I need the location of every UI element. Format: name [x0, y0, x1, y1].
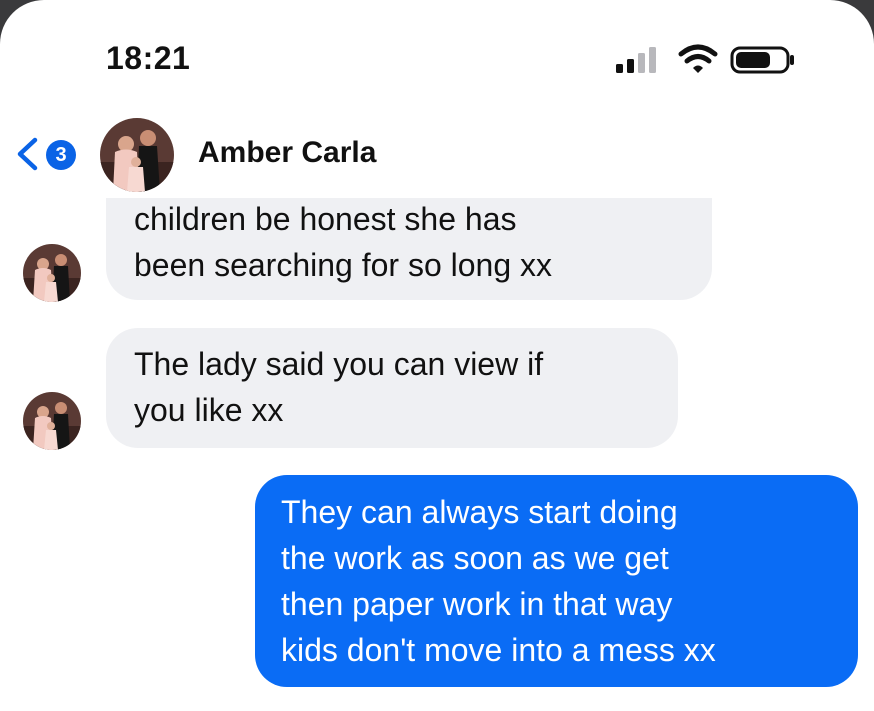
status-bar: 18:21 [0, 0, 874, 110]
contact-name[interactable]: Amber Carla [198, 136, 376, 170]
message-text-line: children be honest she has [134, 201, 517, 237]
unread-count-badge[interactable]: 3 [46, 140, 76, 170]
battery-icon [730, 46, 794, 74]
message-text-line: the work as soon as we get [281, 540, 669, 576]
message-text-line: The lady said you can view if [134, 346, 544, 382]
sender-avatar[interactable] [23, 392, 81, 450]
message-text-line: They can always start doing [281, 494, 678, 530]
status-time: 18:21 [106, 40, 191, 76]
wifi-icon [678, 44, 718, 73]
incoming-message[interactable]: The lady said you can view if you like x… [106, 328, 678, 448]
back-chevron-icon[interactable] [14, 137, 40, 171]
sender-avatar[interactable] [23, 244, 81, 302]
phone-screen: 18:21 children be honest she has been se… [0, 0, 874, 711]
outgoing-message[interactable]: They can always start doing the work as … [255, 475, 858, 687]
chat-header: 3 Amber Carla [0, 110, 874, 198]
message-text-line: then paper work in that way [281, 586, 673, 622]
message-text-line: kids don't move into a mess xx [281, 632, 716, 668]
message-text-line: been searching for so long xx [134, 247, 553, 283]
cellular-signal-icon [616, 47, 656, 73]
message-text-line: you like xx [134, 392, 284, 428]
contact-avatar[interactable] [100, 118, 174, 192]
